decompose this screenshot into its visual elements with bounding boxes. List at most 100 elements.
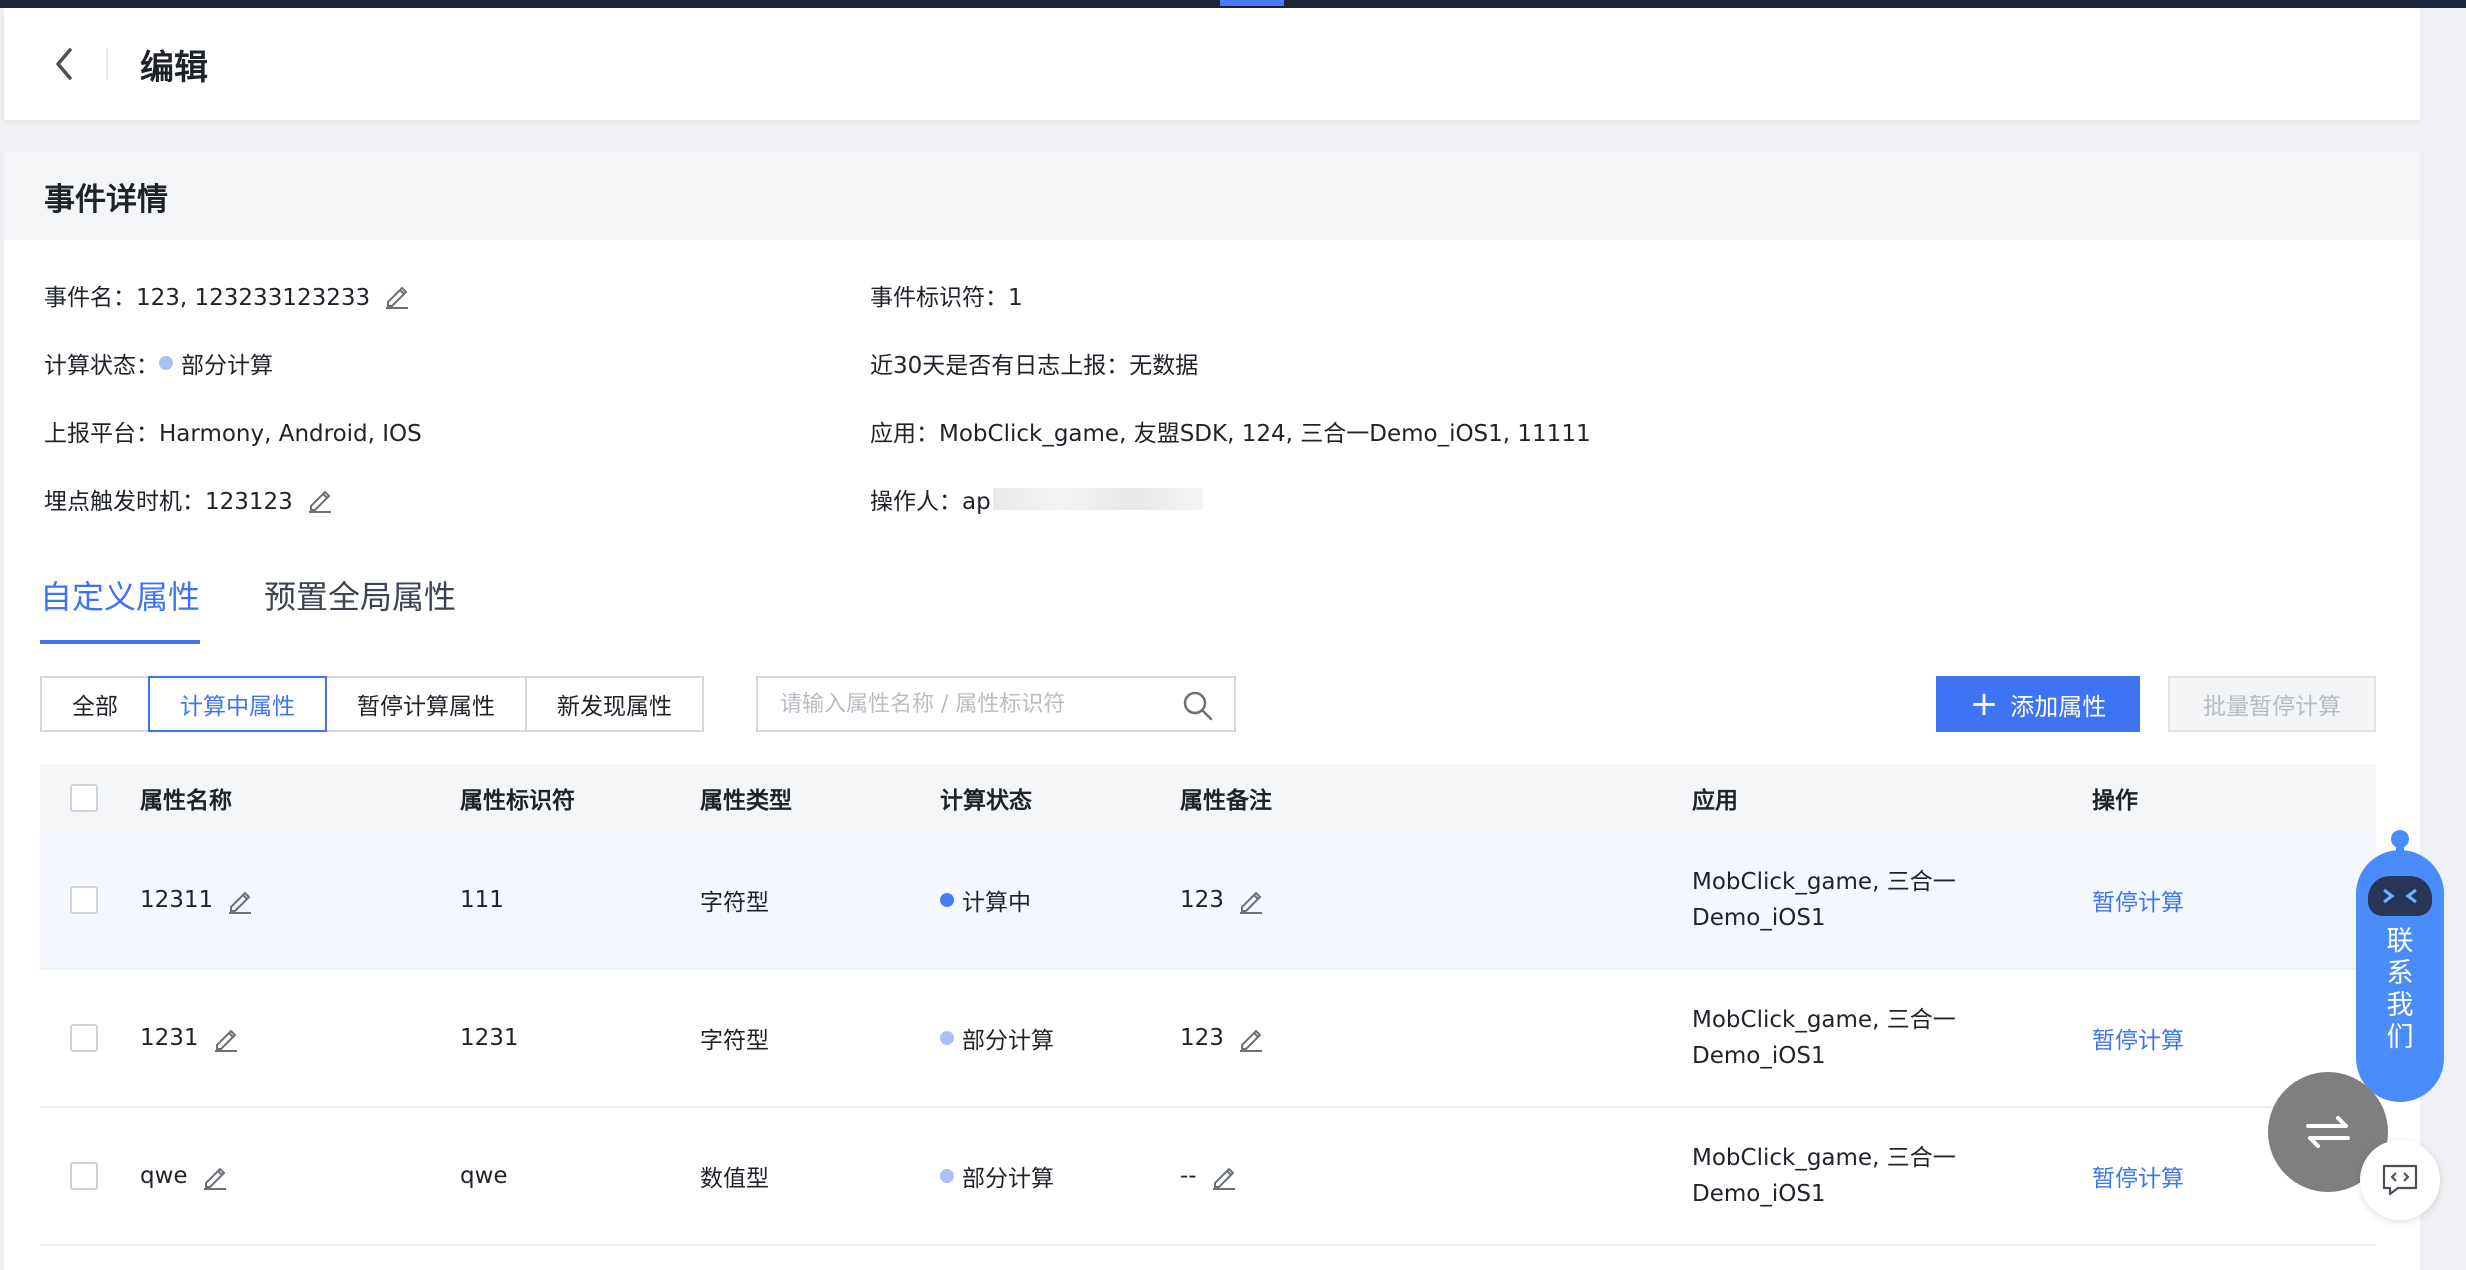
filter-all[interactable]: 全部 [40, 676, 150, 732]
calc-status-field: 计算状态： 部分计算 [44, 346, 273, 380]
app-cell: MobClick_game, 三合一Demo_iOS1 [1692, 1108, 1972, 1244]
code-feedback-button[interactable] [2360, 1140, 2440, 1220]
tab-preset-global-properties[interactable]: 预置全局属性 [264, 572, 456, 644]
status-cell: 计算中 [940, 832, 1031, 968]
property-type: 字符型 [700, 1028, 769, 1054]
chevron-left-icon [56, 48, 72, 80]
status-dot [940, 893, 954, 907]
page-header: 编辑 [4, 8, 2420, 120]
pause-calc-link[interactable]: 暂停计算 [2092, 1021, 2184, 1055]
pencil-icon [1239, 1029, 1262, 1052]
app-text: MobClick_game, 三合一Demo_iOS1 [1692, 869, 1956, 931]
add-property-button[interactable]: + 添加属性 [1936, 676, 2140, 732]
event-id-field: 事件标识符：1 [870, 285, 1023, 311]
tab-custom-properties[interactable]: 自定义属性 [40, 572, 201, 644]
edit-name-button[interactable] [200, 1161, 230, 1191]
property-filter-group: 全部 计算中属性 暂停计算属性 新发现属性 [40, 676, 704, 732]
back-button[interactable] [34, 34, 94, 94]
header-status: 计算状态 [940, 788, 1032, 814]
property-table: 属性名称 属性标识符 属性类型 计算状态 属性备注 应用 操作 12311 11… [40, 764, 2376, 1246]
status-dot [159, 356, 173, 370]
edit-note-button[interactable] [1209, 1161, 1239, 1191]
filter-calculating[interactable]: 计算中属性 [148, 676, 327, 732]
event-name-field: 事件名：123, 123233123233 [44, 278, 412, 312]
edit-trigger-button[interactable] [305, 484, 335, 514]
calc-status-value: 部分计算 [181, 353, 273, 379]
note-cell: 123 [1180, 970, 1266, 1106]
status-text: 计算中 [962, 890, 1031, 916]
filter-paused[interactable]: 暂停计算属性 [325, 676, 527, 732]
status-dot [940, 1031, 954, 1045]
batch-pause-button[interactable]: 批量暂停计算 [2168, 676, 2376, 732]
property-type: 数值型 [700, 1166, 769, 1192]
status-cell: 部分计算 [940, 970, 1054, 1106]
edit-note-button[interactable] [1236, 885, 1266, 915]
property-tabs: 自定义属性 预置全局属性 [40, 572, 520, 644]
edit-name-button[interactable] [211, 1023, 241, 1053]
note-cell: -- [1180, 1108, 1239, 1244]
card-header: 事件详情 [4, 152, 2420, 240]
action-cell: 暂停计算 [2092, 1108, 2184, 1244]
calc-status-label: 计算状态： [44, 353, 159, 379]
note-cell: 123 [1180, 832, 1266, 968]
pencil-icon [308, 490, 331, 513]
row-checkbox[interactable] [70, 1024, 98, 1052]
pencil-icon [1239, 891, 1262, 914]
pause-calc-link[interactable]: 暂停计算 [2092, 883, 2184, 917]
note-text: -- [1180, 1163, 1197, 1189]
property-id: 1231 [460, 1025, 519, 1051]
row-checkbox[interactable] [70, 1162, 98, 1190]
status-text: 部分计算 [962, 1028, 1054, 1054]
property-id: 111 [460, 887, 504, 913]
swap-icon [2306, 1116, 2350, 1148]
app-field: 应用：MobClick_game, 友盟SDK, 124, 三合一Demo_iO… [870, 421, 1591, 447]
property-type: 字符型 [700, 890, 769, 916]
search-input[interactable] [780, 691, 1170, 717]
app-cell: MobClick_game, 三合一Demo_iOS1 [1692, 832, 1972, 968]
add-property-label: 添加属性 [2010, 692, 2107, 721]
operator-text: 操作人：ap [870, 489, 991, 515]
table-header: 属性名称 属性标识符 属性类型 计算状态 属性备注 应用 操作 [40, 764, 2376, 832]
property-id: qwe [460, 1163, 508, 1189]
table-row: 12311 111 字符型 计算中 123 MobClick_game, 三合一… [40, 832, 2376, 970]
top-bar-indicator [1220, 0, 1284, 6]
platform-field: 上报平台：Harmony, Android, IOS [44, 421, 422, 447]
action-cell: 暂停计算 [2092, 832, 2184, 968]
row-checkbox-cell [70, 1108, 98, 1244]
edit-note-button[interactable] [1236, 1023, 1266, 1053]
name-cell: 12311 [140, 832, 255, 968]
app-text: MobClick_game, 三合一Demo_iOS1 [1692, 1007, 1956, 1069]
app-text: MobClick_game, 三合一Demo_iOS1 [1692, 1145, 1956, 1207]
header-divider [106, 48, 108, 80]
header-checkbox-cell [70, 764, 98, 832]
log-report-field: 近30天是否有日志上报：无数据 [870, 353, 1199, 379]
action-cell: 暂停计算 [2092, 970, 2184, 1106]
pause-calc-link[interactable]: 暂停计算 [2092, 1159, 2184, 1193]
edit-event-name-button[interactable] [382, 280, 412, 310]
trigger-text: 埋点触发时机：123123 [44, 489, 293, 515]
contact-us-widget[interactable]: 联系我们 [2356, 830, 2444, 1102]
plus-icon: + [1969, 684, 1999, 724]
status-text: 部分计算 [962, 1166, 1054, 1192]
header-note: 属性备注 [1180, 788, 1272, 814]
table-row: qwe qwe 数值型 部分计算 -- MobClick_game, 三合一De… [40, 1108, 2376, 1246]
filter-new-found[interactable]: 新发现属性 [525, 676, 704, 732]
masked-operator [992, 488, 1203, 510]
property-name: 12311 [140, 887, 214, 913]
property-name: 1231 [140, 1025, 199, 1051]
contact-us-label: 联系我们 [2386, 926, 2414, 1053]
header-name: 属性名称 [140, 788, 232, 814]
status-cell: 部分计算 [940, 1108, 1054, 1244]
code-icon [2382, 1164, 2418, 1196]
row-checkbox[interactable] [70, 886, 98, 914]
robot-icon [2368, 876, 2432, 916]
status-dot [940, 1169, 954, 1183]
header-id: 属性标识符 [460, 788, 575, 814]
search-button[interactable] [1182, 690, 1214, 726]
row-checkbox-cell [70, 832, 98, 968]
note-text: 123 [1180, 887, 1224, 913]
event-name-text: 事件名：123, 123233123233 [44, 285, 371, 311]
operator-field: 操作人：ap [870, 482, 1203, 516]
edit-name-button[interactable] [225, 885, 255, 915]
select-all-checkbox[interactable] [70, 784, 98, 812]
